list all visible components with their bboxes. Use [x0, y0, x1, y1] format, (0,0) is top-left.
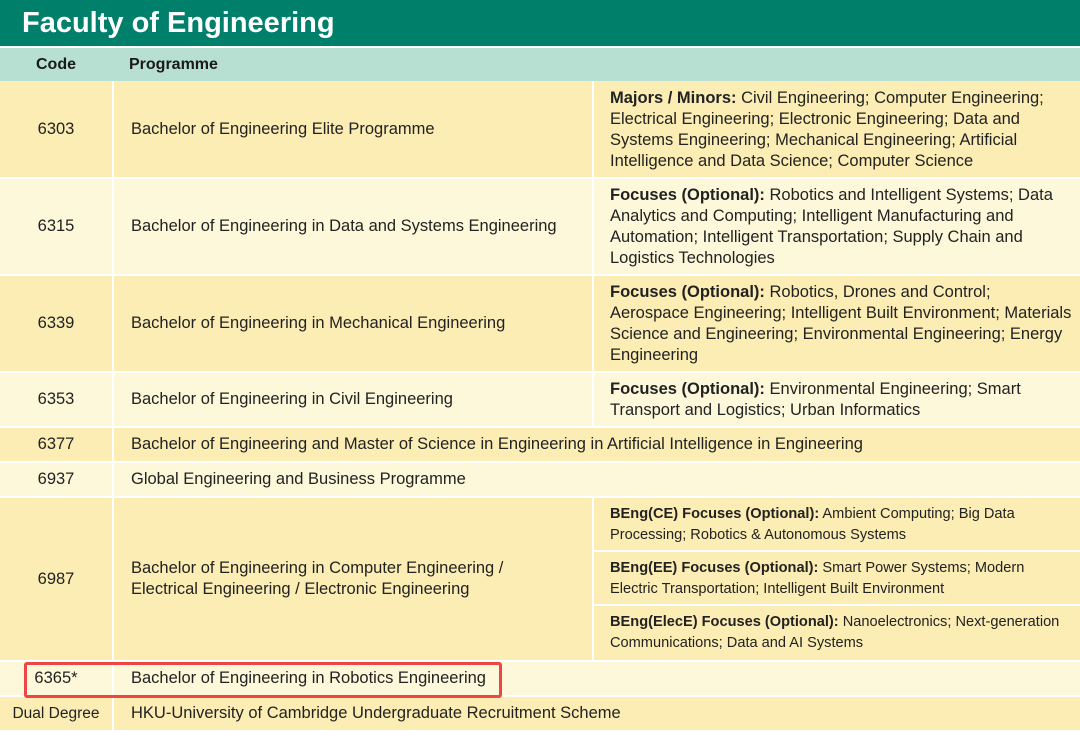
row-code: 6937 [0, 462, 114, 498]
row-name: Bachelor of Engineering in Computer Engi… [113, 497, 593, 662]
note-label: Focuses (Optional): [610, 186, 765, 204]
table-row-highlighted: 6365* Bachelor of Engineering in Robotic… [0, 661, 1080, 697]
row-name: Bachelor of Engineering in Robotics Engi… [113, 661, 1080, 697]
row-code: 6315 [0, 178, 114, 276]
row-name: Bachelor of Engineering in Civil Enginee… [113, 372, 593, 428]
row-note: Focuses (Optional): Robotics and Intelli… [592, 178, 1080, 276]
table-header: Code Programme [0, 46, 1080, 81]
row-code: 6339 [0, 275, 114, 373]
table-row: 6303 Bachelor of Engineering Elite Progr… [0, 81, 1080, 179]
row-name: HKU-University of Cambridge Undergraduat… [113, 696, 1080, 732]
row-note: Focuses (Optional): Robotics, Drones and… [592, 275, 1080, 373]
row-name: Bachelor of Engineering in Data and Syst… [113, 178, 593, 276]
row-name: Global Engineering and Business Programm… [113, 462, 1080, 498]
row-name: Bachelor of Engineering in Mechanical En… [113, 275, 593, 373]
note-label: Focuses (Optional): [610, 380, 765, 398]
row-code: 6303 [0, 81, 114, 179]
row-name-text: Bachelor of Engineering in Computer Engi… [131, 559, 504, 598]
subnote-ce: BEng(CE) Focuses (Optional): Ambient Com… [594, 498, 1080, 552]
row-code: 6377 [0, 427, 114, 463]
note-label: Majors / Minors: [610, 88, 737, 107]
row-name: Bachelor of Engineering and Master of Sc… [113, 427, 1080, 463]
faculty-title: Faculty of Engineering [0, 0, 1080, 46]
row-note: Focuses (Optional): Environmental Engine… [592, 372, 1080, 428]
row-name: Bachelor of Engineering Elite Programme [113, 81, 593, 179]
row-subnotes: BEng(CE) Focuses (Optional): Ambient Com… [592, 497, 1080, 662]
row-code: Dual Degree [0, 696, 114, 732]
table-row: 6377 Bachelor of Engineering and Master … [0, 427, 1080, 463]
subnote-ee: BEng(EE) Focuses (Optional): Smart Power… [594, 552, 1080, 606]
row-code: 6987 [0, 497, 114, 662]
table-row: 6937 Global Engineering and Business Pro… [0, 462, 1080, 498]
row-code: 6353 [0, 372, 114, 428]
table-row: Dual Degree HKU-University of Cambridge … [0, 696, 1080, 732]
table-row: 6339 Bachelor of Engineering in Mechanic… [0, 275, 1080, 373]
row-code: 6365* [0, 661, 114, 697]
table-row: 6987 Bachelor of Engineering in Computer… [0, 497, 1080, 662]
table-row: 6315 Bachelor of Engineering in Data and… [0, 178, 1080, 276]
subnote-label: BEng(EE) Focuses (Optional): [610, 560, 819, 576]
note-label: Focuses (Optional): [610, 283, 765, 301]
programme-table: 6303 Bachelor of Engineering Elite Progr… [0, 81, 1080, 732]
row-note: Majors / Minors: Civil Engineering; Comp… [592, 81, 1080, 179]
subnote-elece: BEng(ElecE) Focuses (Optional): Nanoelec… [594, 606, 1080, 660]
table-row: 6353 Bachelor of Engineering in Civil En… [0, 372, 1080, 428]
subnote-label: BEng(ElecE) Focuses (Optional): [610, 614, 839, 630]
header-code: Code [36, 56, 76, 73]
header-programme: Programme [129, 56, 218, 73]
subnote-label: BEng(CE) Focuses (Optional): [610, 506, 820, 522]
